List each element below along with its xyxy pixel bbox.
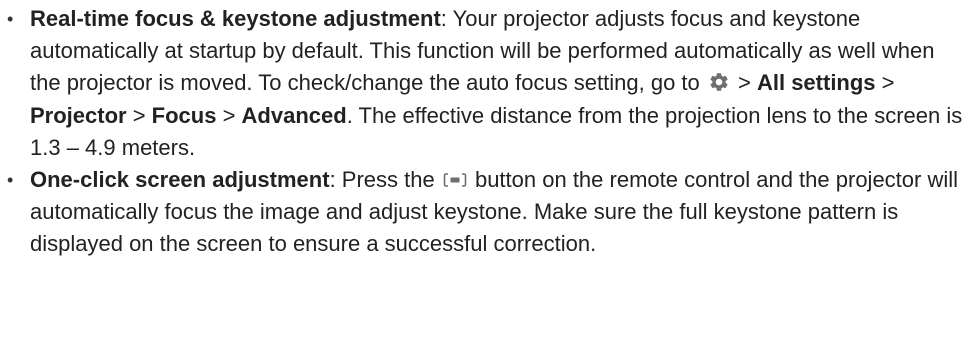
menu-path-focus: Focus <box>151 102 217 128</box>
menu-path-projector: Projector <box>30 102 127 128</box>
list-item-one-click-adjustment: • One-click screen adjustment: Press the … <box>0 164 969 261</box>
item-title: One-click screen adjustment <box>30 167 330 193</box>
bullet-marker: • <box>7 170 14 191</box>
menu-separator: > <box>875 70 895 96</box>
gear-icon <box>710 73 728 92</box>
menu-path-all-settings: All settings <box>756 70 876 96</box>
menu-path-advanced: Advanced <box>241 102 347 128</box>
bullet-marker: • <box>7 9 14 29</box>
list-item-focus-keystone: • Real-time focus & keystone adjustment: … <box>0 3 969 164</box>
screen-adjust-icon <box>443 173 467 187</box>
menu-separator: > <box>126 102 152 128</box>
menu-separator: > <box>216 102 242 128</box>
item-text: : Press the <box>329 167 441 193</box>
document-body: • Real-time focus & keystone adjustment : … <box>0 0 969 348</box>
menu-separator: > <box>731 70 757 96</box>
feature-list: • Real-time focus & keystone adjustment : … <box>0 3 969 261</box>
item-title: Real-time focus & keystone adjustment <box>30 6 441 31</box>
